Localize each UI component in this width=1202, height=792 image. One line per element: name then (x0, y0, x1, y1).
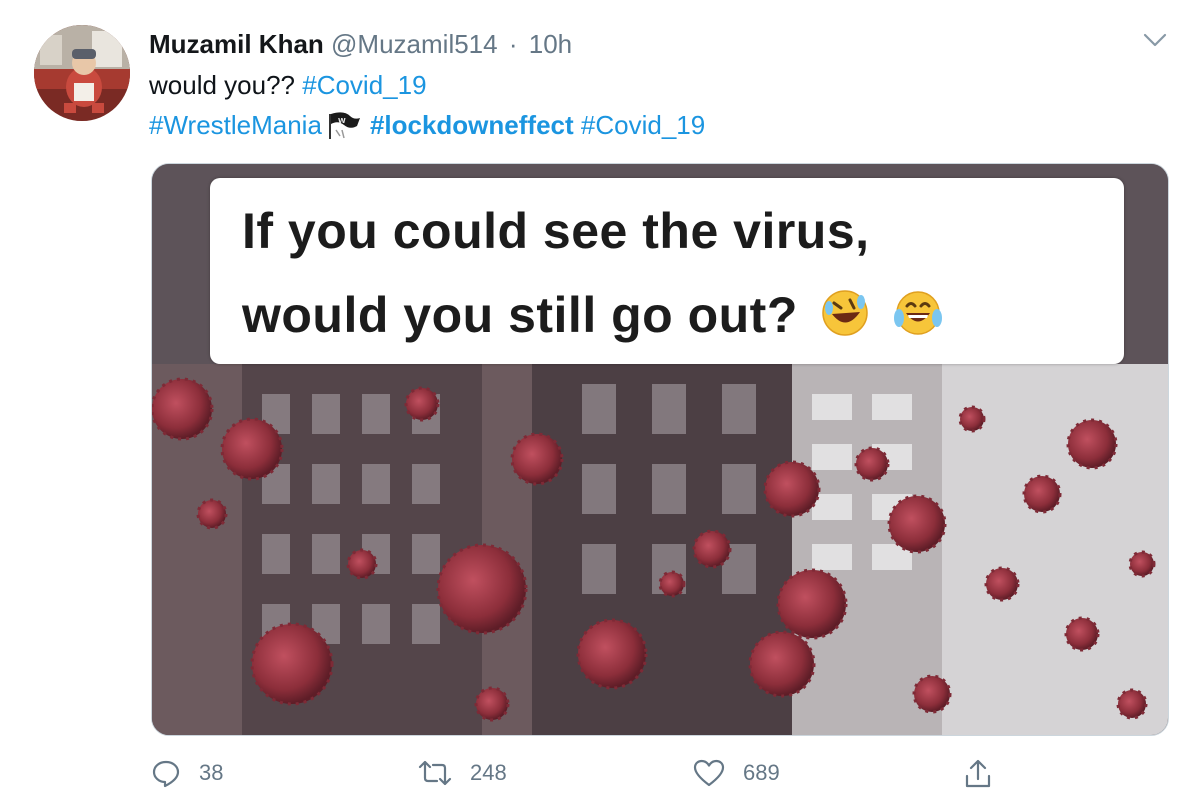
reply-icon (152, 760, 180, 788)
reply-count: 38 (199, 760, 224, 785)
chevron-down-icon[interactable] (1142, 30, 1168, 50)
retweet-icon (418, 760, 452, 786)
tweet-time[interactable]: 10h (529, 29, 572, 59)
hashtag-covid-2[interactable]: #Covid_19 (581, 110, 705, 140)
hashtag-lockdowneffect[interactable]: #lockdowneffect (370, 110, 574, 140)
author-name[interactable]: Muzamil Khan (149, 29, 324, 59)
tweet-media-image[interactable]: If you could see the virus, would you st… (151, 163, 1169, 736)
media-caption-text: would you still go out? (242, 287, 798, 343)
hashtag-covid[interactable]: #Covid_19 (302, 70, 426, 100)
separator-dot: · (508, 29, 518, 59)
like-button[interactable]: 689 (693, 758, 780, 788)
retweet-count: 248 (470, 760, 507, 785)
reply-button[interactable]: 38 (151, 758, 223, 788)
svg-text:W: W (338, 117, 346, 125)
tweet-text-line-1: would you?? #Covid_19 (149, 68, 427, 102)
tweet-header: Muzamil Khan @Muzamil514 · 10h (149, 27, 572, 61)
rolling-laughing-emoji-icon (820, 288, 870, 350)
share-button[interactable] (963, 758, 1011, 790)
tweet-text: would you?? (149, 70, 295, 100)
tears-of-joy-emoji-icon (893, 288, 943, 350)
avatar[interactable] (34, 25, 130, 121)
tweet: Muzamil Khan @Muzamil514 · 10h would you… (0, 0, 1202, 792)
avatar-photo (34, 25, 130, 121)
like-count: 689 (743, 760, 780, 785)
hashtag-wrestlemania[interactable]: #WrestleMania (149, 110, 322, 140)
media-caption-box: If you could see the virus, would you st… (210, 178, 1124, 364)
tweet-actions: 38 248 689 (0, 758, 1202, 792)
author-handle[interactable]: @Muzamil514 (331, 29, 498, 59)
tweet-text-line-2: #WrestleMania W #lockdowneffect #Covid_1… (149, 108, 705, 148)
share-icon (965, 759, 991, 788)
heart-icon (693, 759, 725, 787)
wrestlemania-flag-icon: W (324, 110, 362, 148)
retweet-button[interactable]: 248 (418, 758, 507, 788)
media-caption-line-1: If you could see the virus, (242, 203, 870, 259)
media-caption-line-2: would you still go out? (242, 286, 943, 350)
